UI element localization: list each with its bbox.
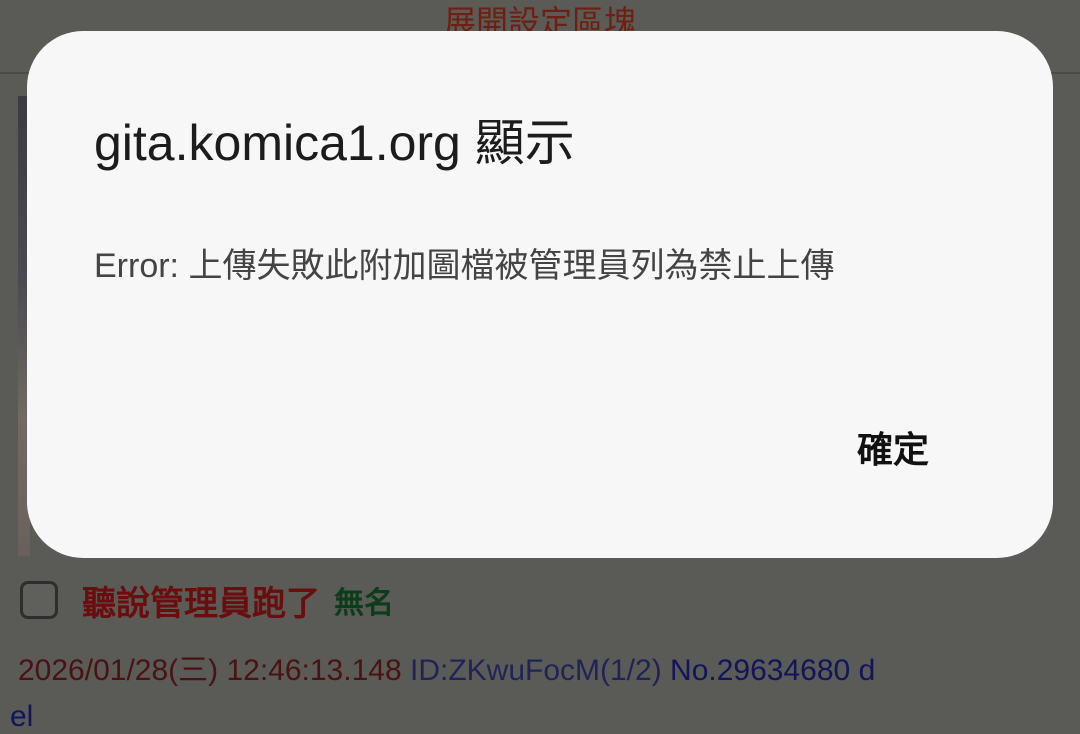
post-header: 聽說管理員跑了 無名 <box>20 575 394 625</box>
delete-link[interactable]: d <box>859 654 876 687</box>
dialog-title: gita.komica1.org 顯示 <box>94 115 575 171</box>
poster-id[interactable]: ID:ZKwuFocM(1/2) <box>410 654 662 687</box>
delete-link-continued[interactable]: el <box>10 700 33 734</box>
post-number-link[interactable]: No.29634680 <box>670 654 850 687</box>
post-datetime: 2026/01/28(三) 12:46:13.148 <box>18 654 402 687</box>
ok-button[interactable]: 確定 <box>833 421 953 481</box>
dialog-message: Error: 上傳失敗此附加圖檔被管理員列為禁止上傳 <box>94 247 835 285</box>
post-select-checkbox[interactable] <box>20 581 58 619</box>
post-subject: 聽說管理員跑了 <box>82 583 320 624</box>
alert-dialog: gita.komica1.org 顯示 Error: 上傳失敗此附加圖檔被管理員… <box>27 31 1053 558</box>
post-meta: 2026/01/28(三) 12:46:13.148 ID:ZKwuFocM(1… <box>18 645 875 689</box>
poster-name: 無名 <box>334 586 394 621</box>
